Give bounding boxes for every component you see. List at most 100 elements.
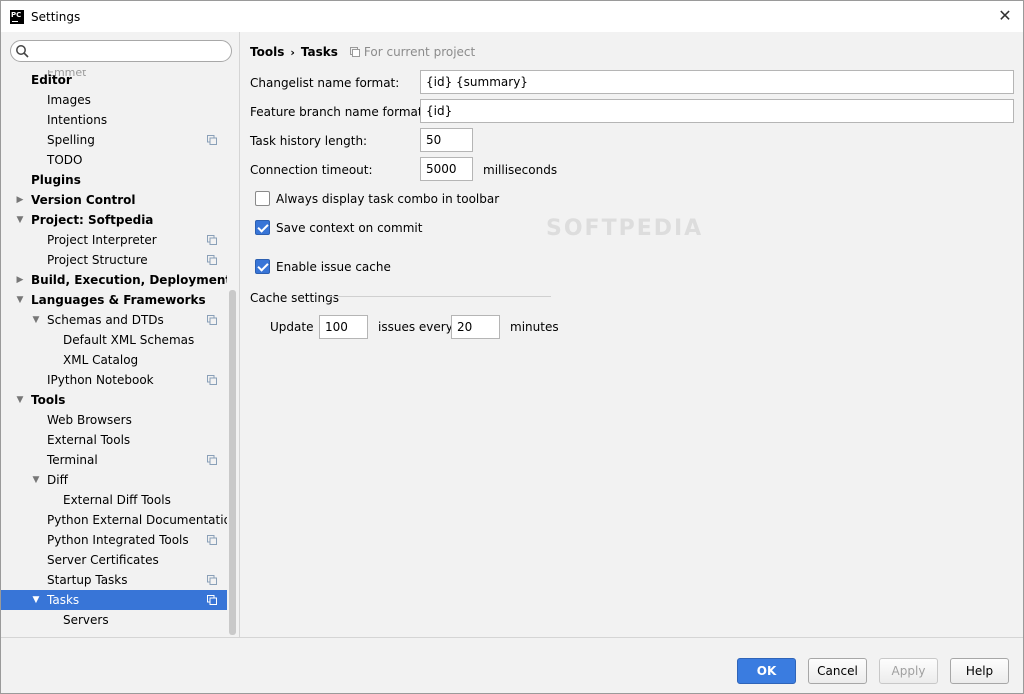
apply-button[interactable]: Apply bbox=[879, 658, 938, 684]
project-scope-icon bbox=[207, 455, 217, 465]
ok-button[interactable]: OK bbox=[737, 658, 796, 684]
expand-arrow-icon[interactable]: ▼ bbox=[31, 590, 41, 610]
help-button[interactable]: Help bbox=[950, 658, 1009, 684]
changelist-format-input[interactable]: {id} {summary} bbox=[420, 70, 1014, 94]
minutes-label: minutes bbox=[510, 320, 559, 334]
save-context-label[interactable]: Save context on commit bbox=[276, 220, 422, 236]
settings-tree: Emmet EditorImagesIntentionsSpellingTODO… bbox=[1, 70, 227, 637]
tree-item-label: Editor bbox=[31, 73, 72, 87]
project-scope-icon bbox=[207, 595, 217, 605]
window-title: Settings bbox=[31, 9, 81, 24]
tree-item-label: Startup Tasks bbox=[47, 573, 128, 587]
tree-item-label: Languages & Frameworks bbox=[31, 293, 206, 307]
expand-arrow-icon[interactable]: ▼ bbox=[15, 390, 25, 410]
tree-item[interactable]: ▼ Diff bbox=[1, 470, 227, 490]
cancel-button[interactable]: Cancel bbox=[808, 658, 867, 684]
tree-item-label: Schemas and DTDs bbox=[47, 313, 164, 327]
update-label: Update bbox=[270, 320, 314, 334]
tree-item[interactable]: ▼ Schemas and DTDs bbox=[1, 310, 227, 330]
collapse-arrow-icon[interactable]: ▶ bbox=[15, 270, 25, 290]
task-history-label: Task history length: bbox=[250, 134, 368, 148]
tree-item[interactable]: External Diff Tools bbox=[1, 490, 227, 510]
tree-item[interactable]: ▼ Project: Softpedia bbox=[1, 210, 227, 230]
tree-item[interactable]: Intentions bbox=[1, 110, 227, 130]
tree-item-label: Default XML Schemas bbox=[63, 333, 195, 347]
tree-item[interactable]: Web Browsers bbox=[1, 410, 227, 430]
scope-note: For current project bbox=[349, 45, 475, 59]
project-scope-icon bbox=[349, 47, 360, 57]
close-icon[interactable]: ✕ bbox=[997, 8, 1013, 24]
tree-item-label: Servers bbox=[63, 613, 109, 627]
tree-item[interactable]: Python Integrated Tools bbox=[1, 530, 227, 550]
tree-item[interactable]: ▼ Tools bbox=[1, 390, 227, 410]
update-count-input[interactable]: 100 bbox=[319, 315, 368, 339]
app-icon: PC bbox=[10, 9, 24, 24]
search-input[interactable] bbox=[10, 40, 232, 62]
watermark: SOFTPEDIA bbox=[546, 216, 704, 241]
project-scope-icon bbox=[207, 135, 217, 145]
enable-cache-checkbox[interactable] bbox=[255, 259, 270, 274]
tree-item-label: TODO bbox=[47, 153, 83, 167]
tree-item-label: External Tools bbox=[47, 433, 131, 447]
expand-arrow-icon[interactable]: ▼ bbox=[15, 210, 25, 230]
issues-every-label: issues every bbox=[378, 320, 453, 334]
tree-item-label: Spelling bbox=[47, 133, 95, 147]
update-minutes-input[interactable]: 20 bbox=[451, 315, 500, 339]
tree-item[interactable]: Editor bbox=[1, 70, 227, 90]
tree-item[interactable]: ▶ Version Control bbox=[1, 190, 227, 210]
tree-item[interactable]: Spelling bbox=[1, 130, 227, 150]
save-context-checkbox[interactable] bbox=[255, 220, 270, 235]
tree-item[interactable]: Server Certificates bbox=[1, 550, 227, 570]
tree-item[interactable]: IPython Notebook bbox=[1, 370, 227, 390]
expand-arrow-icon[interactable]: ▼ bbox=[15, 290, 25, 310]
collapse-arrow-icon[interactable]: ▶ bbox=[15, 190, 25, 210]
tree-item-label: IPython Notebook bbox=[47, 373, 154, 387]
feature-branch-format-label: Feature branch name format: bbox=[250, 105, 427, 119]
task-history-input[interactable]: 50 bbox=[420, 128, 473, 152]
tree-item[interactable]: Project Interpreter bbox=[1, 230, 227, 250]
tree-item[interactable]: Python External Documentation bbox=[1, 510, 227, 530]
project-scope-icon bbox=[207, 375, 217, 385]
settings-window: PC Settings ✕ Emmet EditorImagesIntentio… bbox=[0, 0, 1024, 694]
tree-item[interactable]: Default XML Schemas bbox=[1, 330, 227, 350]
tree-item[interactable]: Plugins bbox=[1, 170, 227, 190]
tree-item[interactable]: ▼ Languages & Frameworks bbox=[1, 290, 227, 310]
tree-item[interactable]: Terminal bbox=[1, 450, 227, 470]
search-icon bbox=[16, 45, 29, 58]
tree-item-label: Version Control bbox=[31, 193, 136, 207]
tree-item-label: Intentions bbox=[47, 113, 108, 127]
tree-item-label: Plugins bbox=[31, 173, 81, 187]
tree-item[interactable]: Servers bbox=[1, 610, 227, 630]
tree-item[interactable]: Project Structure bbox=[1, 250, 227, 270]
tree-item[interactable]: XML Catalog bbox=[1, 350, 227, 370]
tree-item[interactable]: Images bbox=[1, 90, 227, 110]
project-scope-icon bbox=[207, 235, 217, 245]
always-display-checkbox[interactable] bbox=[255, 191, 270, 206]
timeout-unit: milliseconds bbox=[483, 163, 558, 177]
sidebar-scrollbar[interactable] bbox=[229, 290, 236, 635]
tree-item[interactable]: ▶ Build, Execution, Deployment bbox=[1, 270, 227, 290]
tree-item[interactable]: External Tools bbox=[1, 430, 227, 450]
connection-timeout-label: Connection timeout: bbox=[250, 163, 373, 177]
tree-item-label: Server Certificates bbox=[47, 553, 159, 567]
breadcrumb-current: Tasks bbox=[300, 45, 338, 59]
breadcrumb: Tools › Tasks For current project bbox=[250, 44, 475, 60]
expand-arrow-icon[interactable]: ▼ bbox=[31, 310, 41, 330]
cache-settings-title: Cache settings bbox=[250, 291, 339, 305]
settings-sidebar: Emmet EditorImagesIntentionsSpellingTODO… bbox=[1, 32, 240, 637]
tree-item-label: External Diff Tools bbox=[63, 493, 171, 507]
tree-item[interactable]: ▼ Tasks bbox=[1, 590, 227, 610]
tree-item[interactable]: Startup Tasks bbox=[1, 570, 227, 590]
project-scope-icon bbox=[207, 255, 217, 265]
tree-item-label: Terminal bbox=[47, 453, 98, 467]
tree-item-label: Diff bbox=[47, 473, 68, 487]
tree-item[interactable]: TODO bbox=[1, 150, 227, 170]
connection-timeout-input[interactable]: 5000 bbox=[420, 157, 473, 181]
expand-arrow-icon[interactable]: ▼ bbox=[31, 470, 41, 490]
changelist-format-label: Changelist name format: bbox=[250, 76, 400, 90]
project-scope-icon bbox=[207, 315, 217, 325]
project-scope-icon bbox=[207, 575, 217, 585]
enable-cache-label[interactable]: Enable issue cache bbox=[276, 259, 391, 275]
always-display-label[interactable]: Always display task combo in toolbar bbox=[276, 191, 499, 207]
feature-branch-format-input[interactable]: {id} bbox=[420, 99, 1014, 123]
